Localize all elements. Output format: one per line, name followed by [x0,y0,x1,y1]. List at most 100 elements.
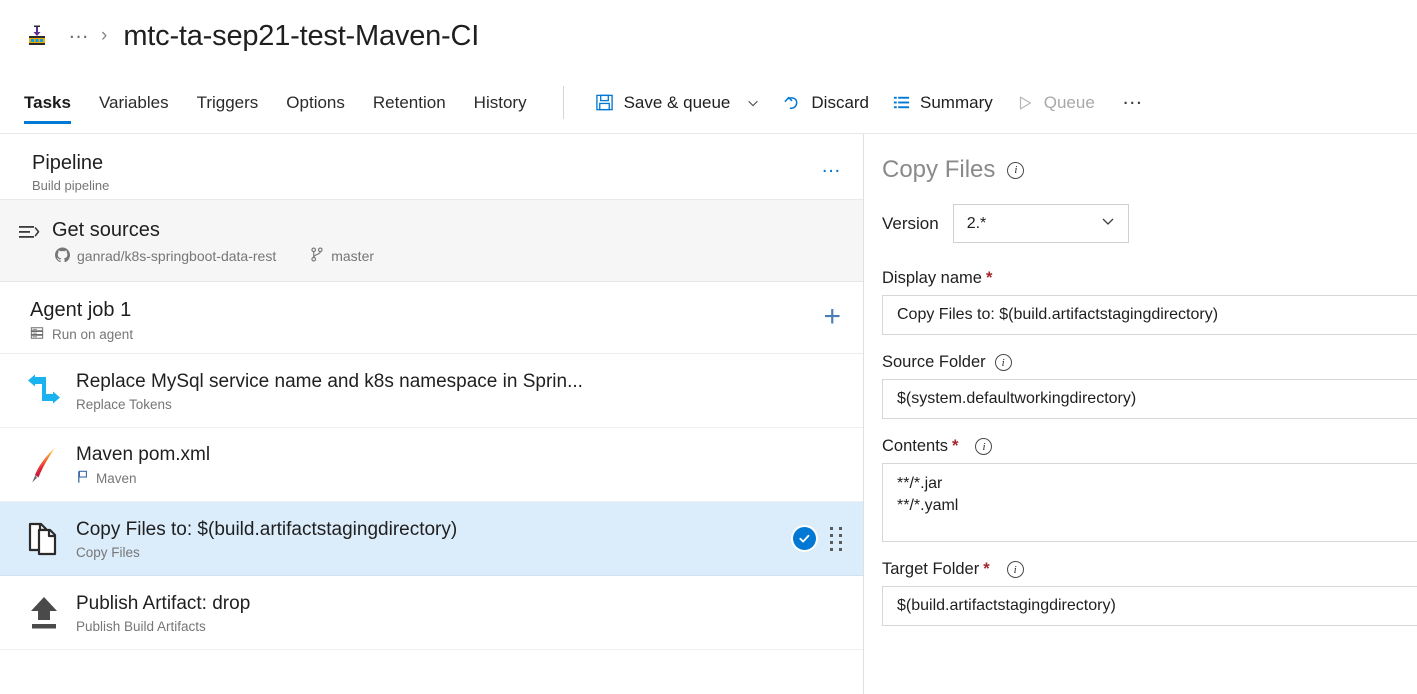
agent-job-title: Agent job 1 [30,299,132,321]
queue-button: Queue [1004,87,1106,119]
get-sources-repo: ganrad/k8s-springboot-data-rest [55,247,276,265]
details-title-row: Copy Files i [882,156,1417,184]
display-name-value: Copy Files to: $(build.artifactstagingdi… [897,306,1219,323]
tab-variables-label: Variables [98,92,169,112]
undo-icon [782,93,802,113]
task-row-publish-artifact[interactable]: Publish Artifact: drop Publish Build Art… [0,576,863,650]
version-label: Version [882,213,939,233]
tab-tasks[interactable]: Tasks [24,72,85,133]
details-title: Copy Files [882,156,996,183]
tab-retention[interactable]: Retention [359,72,460,133]
field-label-text: Display name [882,269,982,287]
toolbar-overflow-button[interactable]: … [1106,87,1158,113]
version-select-value: 2.* [966,214,987,232]
add-task-button[interactable]: + [823,298,841,332]
field-label: Contents * i [882,437,1417,456]
tab-list: Tasks Variables Triggers Options Retenti… [24,72,541,133]
status-badge-enabled [793,527,816,550]
task-title: Copy Files to: $(build.artifactstagingdi… [76,518,458,540]
apache-feather-icon [16,446,72,484]
flag-icon [76,470,89,487]
tab-options[interactable]: Options [272,72,359,133]
agent-job-subtitle: Run on agent [30,326,133,343]
info-icon[interactable]: i [994,354,1012,371]
field-label-text: Target Folder [882,560,980,578]
discard-label: Discard [811,92,870,112]
agent-job-row[interactable]: Agent job 1 Run on agent + [0,282,863,354]
pipeline-panel: Pipeline Build pipeline … Get sources ga… [0,134,864,694]
version-select[interactable]: 2.* [952,204,1129,243]
play-icon [1015,93,1035,113]
server-icon [30,326,44,343]
target-folder-input[interactable]: $(build.artifactstagingdirectory) [882,586,1417,626]
info-icon[interactable]: i [1006,561,1024,578]
agent-job-subtitle-label: Run on agent [52,327,134,342]
toolbar-divider [562,86,564,119]
required-marker: * [983,560,990,578]
toolbar: Tasks Variables Triggers Options Retenti… [0,72,1417,134]
version-row: Version 2.* [882,204,1417,243]
task-subtitle: Copy Files [76,545,793,560]
task-subtitle-label: Copy Files [76,544,140,560]
get-sources-repo-label: ganrad/k8s-springboot-data-rest [77,248,277,264]
get-sources-icon [12,218,46,242]
tab-variables[interactable]: Variables [85,72,183,133]
info-icon[interactable]: i [975,438,993,455]
field-label-text: Contents [882,437,949,455]
command-bar: Save & queue Discard Summary Queue … [584,72,1158,133]
task-title: Publish Artifact: drop [76,592,251,614]
chevron-down-icon [1100,213,1116,234]
field-target-folder: Target Folder * i $(build.artifactstagin… [882,560,1417,626]
task-row-copy-files[interactable]: Copy Files to: $(build.artifactstagingdi… [0,502,863,576]
pipeline-header-subtitle: Build pipeline [32,178,110,193]
field-display-name: Display name * Copy Files to: $(build.ar… [882,269,1417,335]
field-contents: Contents * i **/*.jar **/*.yaml [882,437,1417,542]
required-marker: * [952,437,959,455]
save-icon [595,93,615,113]
required-marker: * [985,269,993,287]
contents-textarea[interactable]: **/*.jar **/*.yaml [882,463,1417,542]
breadcrumb-overflow[interactable]: … [68,21,91,45]
list-icon [891,93,911,113]
field-label: Target Folder * i [882,560,1417,579]
tab-history-label: History [473,92,527,112]
info-icon[interactable]: i [1007,161,1025,179]
pipeline-header-title: Pipeline [32,152,104,174]
breadcrumb: … › mtc-ta-sep21-test-Maven-CI [0,0,1417,72]
task-row-replace-tokens[interactable]: Replace MySql service name and k8s names… [0,354,863,428]
summary-button[interactable]: Summary [880,87,1004,119]
breadcrumb-chevron-icon: › [101,25,108,46]
task-row-maven[interactable]: Maven pom.xml Maven [0,428,863,502]
display-name-input[interactable]: Copy Files to: $(build.artifactstagingdi… [882,295,1417,335]
get-sources-branch: master [310,247,374,265]
task-subtitle: Publish Build Artifacts [76,619,843,634]
pipeline-header[interactable]: Pipeline Build pipeline … [0,134,863,200]
task-actions [793,526,843,551]
drag-handle-icon[interactable] [830,526,843,551]
field-source-folder: Source Folder i $(system.defaultworkingd… [882,353,1417,419]
github-icon [55,247,71,265]
task-subtitle: Maven [76,470,843,487]
get-sources-row[interactable]: Get sources ganrad/k8s-springboot-data-r… [0,200,863,282]
task-title: Maven pom.xml [76,443,211,465]
pipeline-header-overflow-button[interactable]: … [821,150,843,176]
task-subtitle-label: Maven [96,470,137,486]
tab-tasks-label: Tasks [24,92,71,112]
source-folder-input[interactable]: $(system.defaultworkingdirectory) [882,379,1417,419]
save-and-queue-button[interactable]: Save & queue [584,87,772,119]
tab-history[interactable]: History [460,72,541,133]
tab-triggers[interactable]: Triggers [183,72,273,133]
replace-tokens-icon [16,374,72,408]
field-label: Display name * [882,269,1417,288]
queue-label: Queue [1043,92,1095,112]
get-sources-branch-label: master [331,248,375,264]
task-subtitle-label: Publish Build Artifacts [76,618,206,634]
save-and-queue-label: Save & queue [623,92,731,112]
build-pipeline-icon[interactable] [22,21,52,51]
page-title: mtc-ta-sep21-test-Maven-CI [123,19,480,52]
get-sources-title: Get sources [52,219,160,241]
discard-button[interactable]: Discard [771,87,880,119]
tab-retention-label: Retention [372,92,446,112]
chevron-down-icon[interactable] [746,96,760,110]
publish-artifact-icon [16,595,72,631]
